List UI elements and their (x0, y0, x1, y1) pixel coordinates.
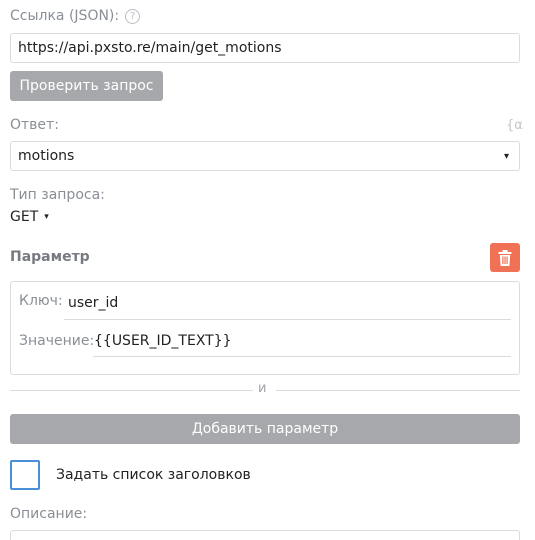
delete-parameter-button[interactable] (490, 243, 520, 272)
response-label: Ответ: (10, 117, 59, 133)
headers-checkbox[interactable] (10, 460, 40, 490)
description-label: Описание: (10, 506, 88, 522)
response-select-value: motions (18, 148, 75, 164)
value-input[interactable]: {{USER_ID_TEXT}} (93, 325, 511, 357)
key-input-value: user_id (68, 295, 119, 311)
url-label-text: Ссылка (JSON): (10, 8, 120, 24)
variables-icon[interactable]: {α (506, 118, 523, 133)
description-input[interactable] (10, 530, 520, 540)
check-request-button-label: Проверить запрос (19, 78, 154, 94)
request-type-value: GET (10, 209, 39, 225)
trash-icon (498, 249, 512, 266)
value-label: Значение: (19, 333, 95, 349)
chevron-down-icon: ▾ (44, 212, 49, 222)
parameter-title: Параметр (10, 249, 90, 265)
add-parameter-button-label: Добавить параметр (191, 421, 339, 437)
url-input[interactable]: https://api.pxsto.re/main/get_motions (10, 33, 520, 63)
divider-right (276, 390, 520, 391)
headers-checkbox-label[interactable]: Задать список заголовков (56, 467, 251, 483)
request-type-select[interactable]: GET ▾ (10, 209, 49, 225)
key-input[interactable]: user_id (64, 287, 511, 320)
value-input-value: {{USER_ID_TEXT}} (94, 332, 232, 349)
key-label: Ключ: (19, 293, 63, 309)
url-input-value: https://api.pxsto.re/main/get_motions (18, 40, 282, 56)
divider-left (10, 390, 253, 391)
divider-text: и (258, 381, 267, 396)
add-parameter-button[interactable]: Добавить параметр (10, 414, 520, 444)
help-icon[interactable]: ? (125, 9, 141, 24)
request-type-label: Тип запроса: (10, 187, 105, 203)
url-label: Ссылка (JSON):? (10, 8, 141, 24)
response-select[interactable]: motions ▾ (10, 141, 520, 171)
check-request-button[interactable]: Проверить запрос (10, 71, 163, 101)
chevron-down-icon: ▾ (503, 150, 509, 162)
